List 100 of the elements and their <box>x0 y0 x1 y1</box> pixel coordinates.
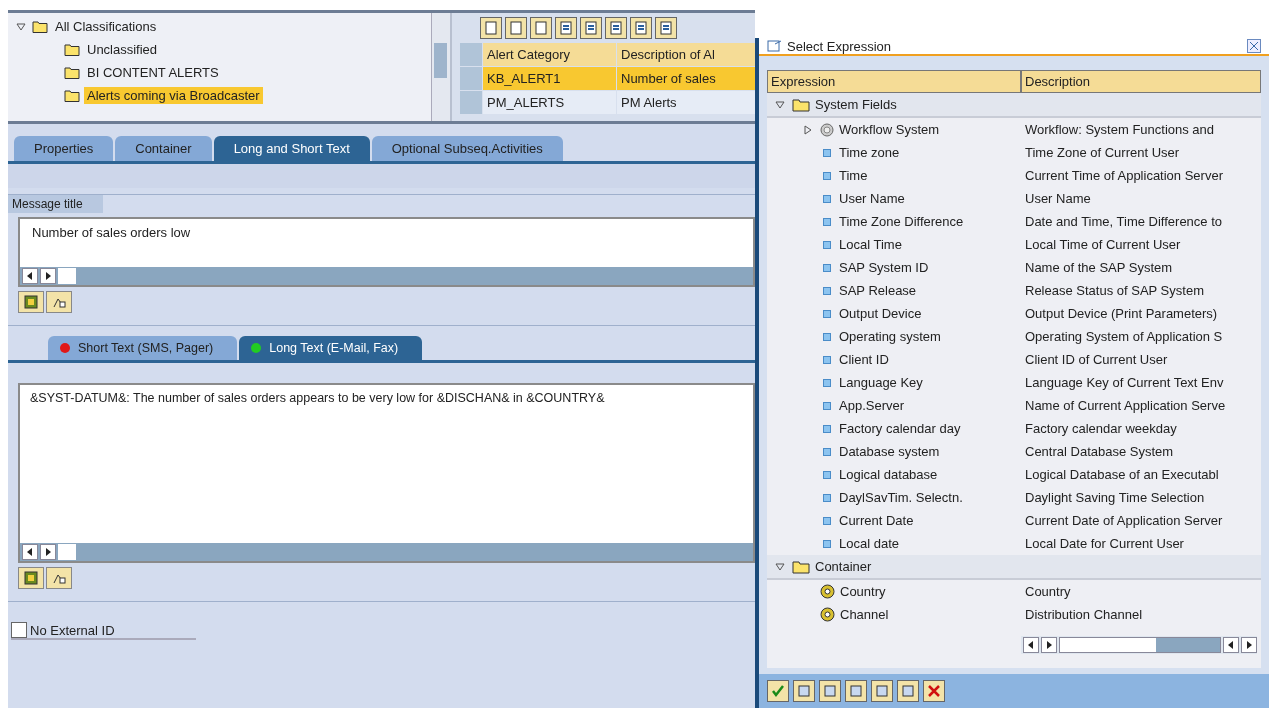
expression-name[interactable]: Time zone <box>839 145 900 160</box>
checkmark-icon[interactable] <box>767 680 789 702</box>
group-label: Message title <box>8 195 103 213</box>
field-icon <box>823 378 831 387</box>
expression-description: Operating System of Application S <box>1025 329 1223 344</box>
tab[interactable]: Properties <box>14 136 114 161</box>
expression-description: Release Status of SAP System <box>1025 283 1204 298</box>
tree-toggle-icon[interactable] <box>16 22 28 31</box>
expression-name[interactable]: Output Device <box>839 306 922 321</box>
expression-name[interactable]: Language Key <box>839 375 923 390</box>
close-icon[interactable] <box>1247 39 1261 53</box>
scroll-left-icon[interactable] <box>22 268 38 284</box>
cancel-icon[interactable] <box>923 680 945 702</box>
element-icon <box>820 584 835 599</box>
tree-item[interactable]: All Classifications <box>52 18 160 35</box>
table-cell: Number of sales <box>617 67 755 90</box>
tree-toggle-icon[interactable] <box>803 124 813 135</box>
expression-description: Local Time of Current User <box>1025 237 1181 252</box>
expression-description: Language Key of Current Text Env <box>1025 375 1224 390</box>
expression-description: Central Database System <box>1025 444 1174 459</box>
expression-description: Workflow: System Functions and <box>1025 122 1215 137</box>
tab[interactable]: Optional Subseq.Activities <box>371 136 563 161</box>
expression-name[interactable]: App.Server <box>839 398 905 413</box>
field-icon <box>823 493 831 502</box>
expression-description: Current Date of Application Server <box>1025 513 1223 528</box>
field-icon <box>823 424 831 433</box>
scrollbar[interactable] <box>431 13 450 121</box>
folder-icon <box>32 20 48 33</box>
field-icon <box>823 217 831 226</box>
expression-name[interactable]: Container <box>815 559 872 574</box>
tree-item[interactable]: Unclassified <box>84 41 161 58</box>
expression-name[interactable]: SAP System ID <box>839 260 929 275</box>
dialog-title: Select Expression <box>787 38 893 54</box>
scroll-thumb[interactable] <box>58 544 76 560</box>
tab[interactable]: Long Text (E-Mail, Fax) <box>239 336 423 360</box>
editor-icon[interactable] <box>18 567 44 589</box>
expression-name[interactable]: Local Time <box>839 237 902 252</box>
expression-name[interactable]: Local date <box>839 536 899 551</box>
expression-name[interactable]: System Fields <box>815 97 897 112</box>
tree-toggle-icon[interactable] <box>775 561 785 572</box>
field-icon <box>823 263 831 272</box>
scroll-left-icon[interactable] <box>1023 637 1039 653</box>
expression-name[interactable]: Operating system <box>839 329 941 344</box>
column-header[interactable]: Description of Al <box>617 43 755 66</box>
tab[interactable]: Long and Short Text <box>213 136 370 161</box>
scroll-right-icon[interactable] <box>1041 637 1057 653</box>
field-icon <box>823 286 831 295</box>
table-cell: KB_ALERT1 <box>483 67 616 90</box>
scroll-left-icon[interactable] <box>1223 637 1239 653</box>
expression-name[interactable]: Database system <box>839 444 940 459</box>
table-cell: PM_ALERTS <box>483 91 616 114</box>
scroll-right-icon[interactable] <box>1241 637 1257 653</box>
tab[interactable]: Short Text (SMS, Pager) <box>48 336 238 360</box>
field-icon <box>823 194 831 203</box>
expression-name[interactable]: Country <box>840 584 886 599</box>
expression-name[interactable]: Current Date <box>839 513 914 528</box>
folder-icon <box>64 89 80 102</box>
expression-description: Name of the SAP System <box>1025 260 1173 275</box>
expression-description: Country <box>1025 584 1071 599</box>
expression-name[interactable]: Workflow System <box>839 122 940 137</box>
expression-name[interactable]: Time Zone Difference <box>839 214 964 229</box>
expression-description: Output Device (Print Parameters) <box>1025 306 1218 321</box>
tree-item[interactable]: Alerts coming via Broadcaster <box>84 87 263 104</box>
scroll-thumb[interactable] <box>58 268 76 284</box>
scrollbar[interactable] <box>1021 636 1257 654</box>
folder-icon <box>792 559 810 574</box>
element-icon <box>820 607 835 622</box>
expression-description: Name of Current Application Serve <box>1025 398 1226 413</box>
tree-item[interactable]: BI CONTENT ALERTS <box>84 64 222 81</box>
column-header[interactable]: Alert Category <box>483 43 616 66</box>
field-icon <box>823 401 831 410</box>
expression-name[interactable]: User Name <box>839 191 905 206</box>
tab[interactable]: Container <box>115 136 212 161</box>
field-icon <box>823 539 831 548</box>
checkbox[interactable] <box>11 622 27 638</box>
expression-name[interactable]: Factory calendar day <box>839 421 961 436</box>
field-icon <box>823 309 831 318</box>
scrollbar[interactable] <box>20 267 753 285</box>
expression-description: Client ID of Current User <box>1025 352 1168 367</box>
expression-description: Daylight Saving Time Selection <box>1025 490 1205 505</box>
expression-name[interactable]: Client ID <box>839 352 889 367</box>
expression-name[interactable]: SAP Release <box>839 283 917 298</box>
scroll-right-icon[interactable] <box>40 268 56 284</box>
expression-description: User Name <box>1025 191 1091 206</box>
folder-icon <box>64 43 80 56</box>
column-header[interactable]: Expression <box>767 70 1021 93</box>
expression-name[interactable]: Channel <box>840 607 889 622</box>
scrollbar[interactable] <box>20 543 753 561</box>
scroll-left-icon[interactable] <box>22 544 38 560</box>
expression-description: Date and Time, Time Difference to <box>1025 214 1223 229</box>
editor-icon[interactable] <box>18 291 44 313</box>
expression-name[interactable]: Time <box>839 168 868 183</box>
column-header[interactable]: Description <box>1021 70 1261 93</box>
checkbox-label: No External ID <box>30 622 115 638</box>
expression-description: Time Zone of Current User <box>1025 145 1180 160</box>
expression-name[interactable]: Logical database <box>839 467 938 482</box>
expression-name[interactable]: DaylSavTim. Selectn. <box>839 490 963 505</box>
scroll-right-icon[interactable] <box>40 544 56 560</box>
expression-description: Distribution Channel <box>1025 607 1143 622</box>
tree-toggle-icon[interactable] <box>775 99 785 110</box>
